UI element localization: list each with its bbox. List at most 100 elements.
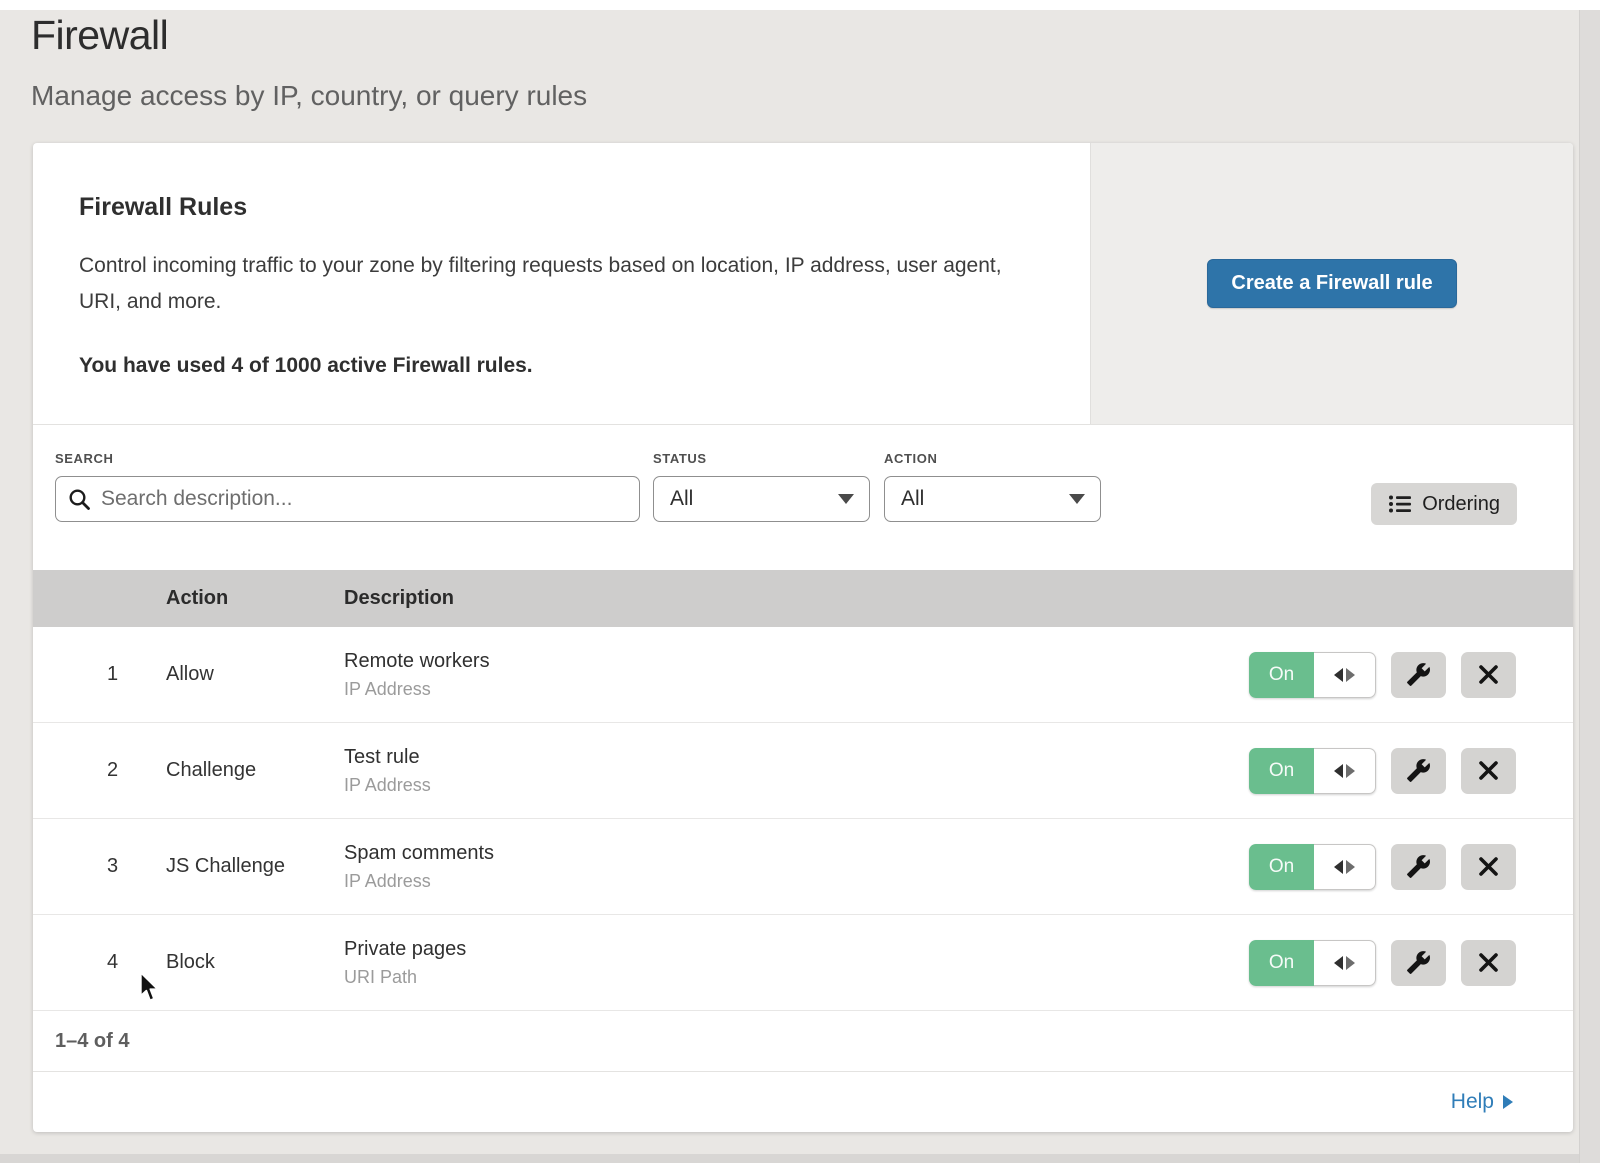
- search-input[interactable]: [55, 476, 640, 522]
- delete-rule-button[interactable]: [1461, 748, 1516, 794]
- toggle-on-label: On: [1249, 844, 1314, 890]
- rules-usage-text: You have used 4 of 1000 active Firewall …: [79, 354, 1090, 378]
- help-link-label: Help: [1451, 1090, 1494, 1114]
- toggle-on-label: On: [1249, 748, 1314, 794]
- firewall-rules-card: Firewall Rules Control incoming traffic …: [33, 143, 1573, 1132]
- table-row: 4 Block Private pages URI Path On: [33, 915, 1573, 1011]
- window-top-strip: [0, 0, 1600, 10]
- action-filter-group: ACTION All: [884, 451, 1101, 522]
- table-row: 1 Allow Remote workers IP Address On: [33, 627, 1573, 723]
- triangle-right-icon: [1346, 764, 1355, 778]
- rule-match-type: IP Address: [344, 679, 1249, 700]
- status-select[interactable]: All: [653, 476, 870, 522]
- triangle-left-icon: [1334, 668, 1343, 682]
- rule-enabled-toggle[interactable]: On: [1249, 844, 1376, 890]
- triangle-right-icon: [1346, 860, 1355, 874]
- hero-description: Control incoming traffic to your zone by…: [79, 248, 1034, 320]
- triangle-right-icon: [1503, 1095, 1513, 1109]
- page-title: Firewall: [31, 12, 168, 59]
- rule-action: Allow: [166, 663, 344, 686]
- triangle-left-icon: [1334, 764, 1343, 778]
- chevron-down-icon: [1069, 494, 1085, 504]
- ordering-button-label: Ordering: [1422, 493, 1500, 516]
- search-filter-group: SEARCH: [55, 451, 640, 522]
- status-filter-group: STATUS All: [653, 451, 870, 522]
- edit-rule-button[interactable]: [1391, 652, 1446, 698]
- wrench-icon: [1406, 950, 1431, 975]
- triangle-left-icon: [1334, 860, 1343, 874]
- status-label: STATUS: [653, 451, 870, 466]
- filters-bar: SEARCH STATUS All ACTION All: [33, 425, 1573, 570]
- delete-rule-button[interactable]: [1461, 844, 1516, 890]
- create-firewall-rule-button[interactable]: Create a Firewall rule: [1207, 259, 1456, 308]
- left-right-arrows-icon: [1314, 652, 1376, 698]
- hero-text-block: Firewall Rules Control incoming traffic …: [33, 143, 1090, 424]
- rule-controls: On: [1249, 844, 1516, 890]
- rule-action: JS Challenge: [166, 855, 344, 878]
- edit-rule-button[interactable]: [1391, 748, 1446, 794]
- ordering-button[interactable]: Ordering: [1371, 483, 1517, 525]
- help-link[interactable]: Help: [1451, 1090, 1513, 1114]
- rule-match-type: URI Path: [344, 967, 1249, 988]
- rule-priority: 2: [33, 759, 166, 782]
- table-header: Action Description: [33, 570, 1573, 627]
- rule-description-cell: Spam comments IP Address: [344, 842, 1249, 892]
- rule-action: Challenge: [166, 759, 344, 782]
- rule-enabled-toggle[interactable]: On: [1249, 652, 1376, 698]
- search-icon: [68, 488, 91, 511]
- left-right-arrows-icon: [1314, 748, 1376, 794]
- rule-action: Block: [166, 951, 344, 974]
- hero-action-panel: Create a Firewall rule: [1090, 143, 1573, 424]
- card-footer: Help: [33, 1072, 1573, 1132]
- rule-controls: On: [1249, 940, 1516, 986]
- rule-description-cell: Test rule IP Address: [344, 746, 1249, 796]
- chevron-down-icon: [838, 494, 854, 504]
- left-right-arrows-icon: [1314, 844, 1376, 890]
- edit-rule-button[interactable]: [1391, 940, 1446, 986]
- left-right-arrows-icon: [1314, 940, 1376, 986]
- x-icon: [1478, 952, 1499, 973]
- firewall-rules-hero: Firewall Rules Control incoming traffic …: [33, 143, 1573, 425]
- edit-rule-button[interactable]: [1391, 844, 1446, 890]
- x-icon: [1478, 760, 1499, 781]
- toggle-on-label: On: [1249, 652, 1314, 698]
- rule-priority: 1: [33, 663, 166, 686]
- triangle-right-icon: [1346, 956, 1355, 970]
- column-header-description: Description: [344, 587, 454, 610]
- triangle-right-icon: [1346, 668, 1355, 682]
- rule-match-type: IP Address: [344, 775, 1249, 796]
- wrench-icon: [1406, 758, 1431, 783]
- delete-rule-button[interactable]: [1461, 652, 1516, 698]
- rule-enabled-toggle[interactable]: On: [1249, 940, 1376, 986]
- ordered-list-icon: [1388, 493, 1412, 515]
- table-row: 3 JS Challenge Spam comments IP Address …: [33, 819, 1573, 915]
- action-label: ACTION: [884, 451, 1101, 466]
- wrench-icon: [1406, 662, 1431, 687]
- pagination-row: 1–4 of 4: [33, 1011, 1573, 1072]
- rule-enabled-toggle[interactable]: On: [1249, 748, 1376, 794]
- hero-title: Firewall Rules: [79, 193, 1090, 222]
- rule-description: Private pages: [344, 938, 1249, 961]
- action-select[interactable]: All: [884, 476, 1101, 522]
- page-subtitle: Manage access by IP, country, or query r…: [31, 80, 587, 112]
- x-icon: [1478, 856, 1499, 877]
- wrench-icon: [1406, 854, 1431, 879]
- status-selected-value: All: [670, 487, 693, 511]
- window-right-scroll-track[interactable]: [1579, 10, 1600, 1163]
- rule-match-type: IP Address: [344, 871, 1249, 892]
- rule-description: Remote workers: [344, 650, 1249, 673]
- x-icon: [1478, 664, 1499, 685]
- rule-description-cell: Remote workers IP Address: [344, 650, 1249, 700]
- table-row: 2 Challenge Test rule IP Address On: [33, 723, 1573, 819]
- window-bottom-strip: [0, 1154, 1579, 1163]
- rule-controls: On: [1249, 748, 1516, 794]
- search-box: [55, 476, 640, 522]
- rule-priority: 4: [33, 951, 166, 974]
- column-header-action: Action: [166, 587, 344, 610]
- rule-controls: On: [1249, 652, 1516, 698]
- rule-description: Test rule: [344, 746, 1249, 769]
- pagination-range: 1–4 of 4: [55, 1030, 129, 1053]
- rule-description: Spam comments: [344, 842, 1249, 865]
- search-label: SEARCH: [55, 451, 640, 466]
- delete-rule-button[interactable]: [1461, 940, 1516, 986]
